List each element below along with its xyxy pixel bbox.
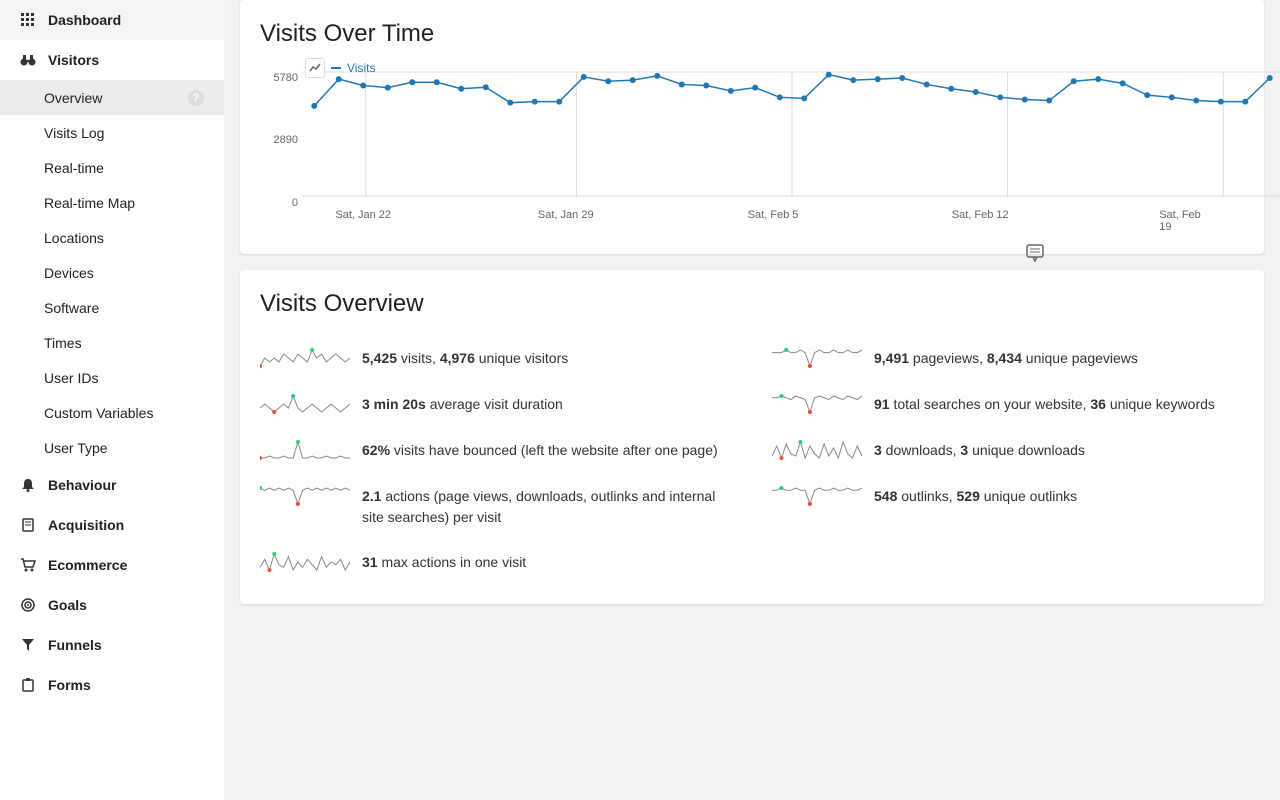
nav-goals[interactable]: Goals [0, 585, 224, 625]
clipboard-icon [20, 677, 36, 693]
visits-overview-title: Visits Overview [260, 290, 1244, 318]
metric-text: 3 min 20s average visit duration [362, 390, 563, 415]
nav-dashboard[interactable]: Dashboard [0, 0, 224, 40]
legend-swatch [331, 67, 341, 69]
nav-forms-label: Forms [48, 677, 91, 693]
sub-software[interactable]: Software [0, 290, 224, 325]
visitors-submenu: Overview ? Visits Log Real-time Real-tim… [0, 80, 224, 465]
nav-behaviour[interactable]: Behaviour [0, 465, 224, 505]
visits-over-time-card: Visits Over Time Visits 5780 2890 0 Sat,… [240, 0, 1264, 254]
metric-text: 91 total searches on your website, 36 un… [874, 390, 1215, 415]
document-icon [20, 517, 36, 533]
sparkline [260, 392, 350, 416]
nav-ecommerce[interactable]: Ecommerce [0, 545, 224, 585]
grid-icon [20, 12, 36, 28]
overview-left-col: 5,425 visits, 4,976 unique visitors 3 min… [260, 334, 732, 584]
metric-row[interactable]: 3 min 20s average visit duration [260, 380, 732, 426]
metric-text: 3 downloads, 3 unique downloads [874, 436, 1085, 461]
sparkline [772, 438, 862, 462]
sub-real-time-map[interactable]: Real-time Map [0, 185, 224, 220]
nav-funnels[interactable]: Funnels [0, 625, 224, 665]
chart-type-icon[interactable] [305, 58, 325, 78]
metric-text: 31 max actions in one visit [362, 548, 526, 573]
main-content: Visits Over Time Visits 5780 2890 0 Sat,… [224, 0, 1280, 800]
binoculars-icon [20, 52, 36, 68]
sparkline [772, 484, 862, 508]
nav-visitors-label: Visitors [48, 52, 99, 68]
nav-forms[interactable]: Forms [0, 665, 224, 705]
metric-row[interactable]: 91 total searches on your website, 36 un… [772, 380, 1244, 426]
metric-text: 548 outlinks, 529 unique outlinks [874, 482, 1077, 507]
nav-behaviour-label: Behaviour [48, 477, 116, 493]
funnel-icon [20, 637, 36, 653]
bell-icon [20, 477, 36, 493]
sparkline [260, 484, 350, 508]
sub-user-type[interactable]: User Type [0, 430, 224, 465]
sub-visits-log[interactable]: Visits Log [0, 115, 224, 150]
visits-chart[interactable]: Visits 5780 2890 0 Sat, Jan 22 Sat, Jan … [260, 64, 1244, 234]
sub-devices[interactable]: Devices [0, 255, 224, 290]
metric-row[interactable]: 62% visits have bounced (left the websit… [260, 426, 732, 472]
cart-icon [20, 557, 36, 573]
chart-svg [302, 64, 1280, 204]
metric-text: 5,425 visits, 4,976 unique visitors [362, 344, 568, 369]
sub-real-time[interactable]: Real-time [0, 150, 224, 185]
metric-text: 9,491 pageviews, 8,434 unique pageviews [874, 344, 1138, 369]
visits-over-time-title: Visits Over Time [260, 20, 1244, 48]
sparkline [260, 550, 350, 574]
sparkline [260, 346, 350, 370]
metric-row[interactable]: 3 downloads, 3 unique downloads [772, 426, 1244, 472]
sub-locations[interactable]: Locations [0, 220, 224, 255]
metric-row[interactable]: 2.1 actions (page views, downloads, outl… [260, 472, 732, 538]
nav-acquisition[interactable]: Acquisition [0, 505, 224, 545]
legend-label: Visits [347, 61, 375, 75]
sub-user-ids[interactable]: User IDs [0, 360, 224, 395]
sparkline [772, 346, 862, 370]
nav-ecommerce-label: Ecommerce [48, 557, 127, 573]
sub-overview-label: Overview [44, 90, 102, 106]
nav-visitors[interactable]: Visitors [0, 40, 224, 80]
sparkline [772, 392, 862, 416]
nav-funnels-label: Funnels [48, 637, 102, 653]
sub-custom-variables[interactable]: Custom Variables [0, 395, 224, 430]
sidebar: Dashboard Visitors Overview ? Visits Log… [0, 0, 224, 800]
chart-legend: Visits [305, 58, 375, 78]
metric-row[interactable]: 31 max actions in one visit [260, 538, 732, 584]
metric-row[interactable]: 9,491 pageviews, 8,434 unique pageviews [772, 334, 1244, 380]
metric-row[interactable]: 5,425 visits, 4,976 unique visitors [260, 334, 732, 380]
sparkline [260, 438, 350, 462]
help-icon[interactable]: ? [188, 90, 204, 106]
nav-dashboard-label: Dashboard [48, 12, 121, 28]
annotation-icon[interactable] [1026, 244, 1044, 262]
target-icon [20, 597, 36, 613]
metric-row[interactable]: 548 outlinks, 529 unique outlinks [772, 472, 1244, 518]
visits-overview-card: Visits Overview 5,425 visits, 4,976 uniq… [240, 270, 1264, 604]
overview-grid: 5,425 visits, 4,976 unique visitors 3 min… [260, 334, 1244, 584]
sub-times[interactable]: Times [0, 325, 224, 360]
nav-goals-label: Goals [48, 597, 87, 613]
metric-text: 2.1 actions (page views, downloads, outl… [362, 482, 732, 528]
sub-overview[interactable]: Overview ? [0, 80, 224, 115]
overview-right-col: 9,491 pageviews, 8,434 unique pageviews 9… [772, 334, 1244, 584]
metric-text: 62% visits have bounced (left the websit… [362, 436, 718, 461]
nav-acquisition-label: Acquisition [48, 517, 124, 533]
